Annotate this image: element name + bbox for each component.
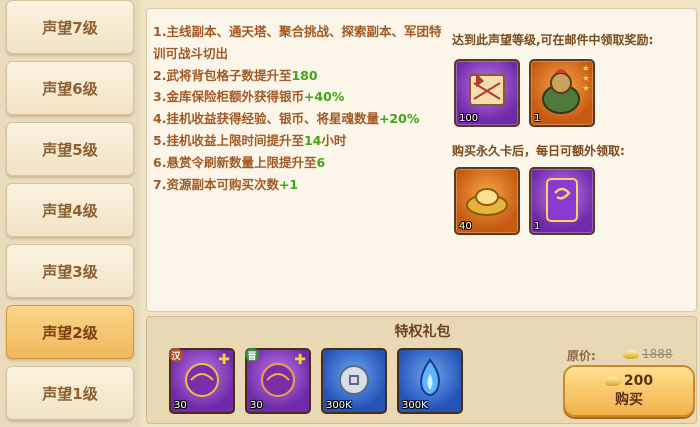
faction-badge: 汉: [169, 348, 183, 362]
gift-item-dragon-purple[interactable]: 汉 ✚ 30: [169, 348, 235, 414]
tab-reputation-3[interactable]: 声望3级: [6, 244, 134, 298]
ingot-icon: [623, 350, 639, 359]
gift-item-blue-flame[interactable]: 300K: [397, 348, 463, 414]
perk-item: 3.金库保险柜额外获得银币+40%: [153, 89, 345, 105]
reward-item-creature[interactable]: ★ ★ ★ 1: [529, 59, 595, 127]
daily-item-ingot[interactable]: 40: [454, 167, 520, 235]
reputation-detail-panel: 1.主线副本、通天塔、聚合挑战、探索副本、军团特训可战斗切出 2.武将背包格子数…: [146, 8, 697, 312]
gift-title: 特权礼包: [394, 324, 451, 340]
reputation-level-sidebar: 声望7级 声望6级 声望5级 声望4级 声望3级 声望2级 声望1级: [0, 0, 140, 427]
original-price: 1888: [623, 347, 673, 361]
star-icon: ★: [581, 84, 590, 94]
ingot-icon: [604, 376, 621, 386]
tab-reputation-6[interactable]: 声望6级: [6, 61, 134, 115]
tab-reputation-1[interactable]: 声望1级: [6, 366, 134, 420]
tab-reputation-2[interactable]: 声望2级: [6, 305, 134, 359]
perk-item: 4.挂机收益获得经验、银币、将星魂数量+20%: [153, 111, 420, 127]
buy-button[interactable]: 200 购买: [563, 365, 695, 417]
tab-reputation-7[interactable]: 声望7级: [6, 0, 134, 54]
tab-reputation-4[interactable]: 声望4级: [6, 183, 134, 237]
daily-item-card[interactable]: 1: [529, 167, 595, 235]
star-icon: ★: [581, 64, 590, 74]
star-icon: ★: [581, 74, 590, 84]
gift-item-dragon-gold[interactable]: 晋 ✚ 30: [245, 348, 311, 414]
buy-label: 购买: [615, 392, 643, 408]
reward-item-scroll[interactable]: 100: [454, 59, 520, 127]
perk-item: 5.挂机收益上限时间提升至14小时: [153, 132, 347, 148]
buy-price: 200: [604, 373, 653, 389]
perk-item: 6.悬赏令刷新数量上限提升至6: [153, 154, 326, 170]
perk-item: 2.武将背包格子数提升至180: [153, 67, 318, 83]
plus-icon: ✚: [218, 352, 230, 368]
faction-badge: 晋: [245, 348, 259, 362]
original-price-label: 原价:: [567, 349, 596, 363]
daily-reward-title: 购买永久卡后，每日可额外领取:: [452, 144, 625, 158]
privilege-gift-pack: 特权礼包 汉 ✚ 30 晋 ✚ 30 300K 300K 原价: 1888 20…: [146, 316, 697, 424]
plus-icon: ✚: [294, 352, 306, 368]
gift-item-silver-coin[interactable]: 300K: [321, 348, 387, 414]
reach-reward-title: 达到此声望等级,可在邮件中领取奖励:: [452, 33, 654, 47]
perk-list: 1.主线副本、通天塔、聚合挑战、探索副本、军团特训可战斗切出 2.武将背包格子数…: [153, 21, 453, 195]
tab-reputation-5[interactable]: 声望5级: [6, 122, 134, 176]
perk-item: 7.资源副本可购买次数+1: [153, 176, 299, 192]
perk-item: 1.主线副本、通天塔、聚合挑战、探索副本、军团特训可战斗切出: [153, 24, 442, 61]
